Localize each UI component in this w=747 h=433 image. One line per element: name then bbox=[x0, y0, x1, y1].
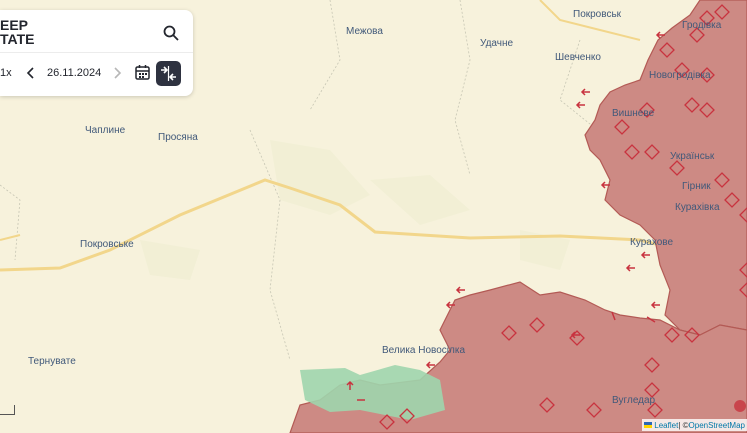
map-attribution: Leaflet | © OpenStreetMap bbox=[642, 419, 747, 431]
map-label: Межова bbox=[346, 26, 383, 37]
map-label: Покровськ bbox=[573, 9, 622, 20]
timeline-date[interactable]: 26.11.2024 bbox=[47, 67, 101, 79]
attribution-separator: | © bbox=[678, 420, 689, 430]
control-panel: EEP TATE 1x 26.11.2024 bbox=[0, 10, 193, 96]
map-label: Українськ bbox=[670, 151, 715, 162]
playback-speed[interactable]: 1x bbox=[0, 67, 12, 79]
brand-line1: EEP bbox=[0, 17, 29, 33]
map-label: Гірник bbox=[682, 181, 711, 192]
map-label: Курахове bbox=[630, 237, 674, 248]
map-label: Шевченко bbox=[555, 52, 601, 63]
brand-logo[interactable]: EEP TATE bbox=[0, 18, 34, 46]
ukraine-flag-icon bbox=[644, 422, 653, 428]
scale-bar bbox=[0, 405, 15, 415]
calendar-icon[interactable] bbox=[134, 63, 152, 83]
compare-toggle-icon[interactable] bbox=[156, 61, 181, 86]
chevron-left-icon[interactable] bbox=[24, 64, 38, 82]
map-label: Просяна bbox=[158, 132, 198, 143]
map-label: Вишневе bbox=[612, 108, 655, 119]
map-label: Новогродівка bbox=[649, 70, 711, 81]
map-label: Тернувате bbox=[28, 356, 76, 367]
leaflet-link[interactable]: Leaflet bbox=[654, 421, 678, 430]
search-icon[interactable] bbox=[162, 24, 180, 42]
chevron-right-icon[interactable] bbox=[110, 64, 124, 82]
brand-line2: TATE bbox=[0, 31, 35, 47]
map-label: Велика Новосілка bbox=[382, 345, 466, 356]
map-label: Покровське bbox=[80, 239, 134, 250]
map-label: Курахівка bbox=[675, 202, 720, 213]
map-label: Удачне bbox=[480, 38, 514, 49]
map-label: Чаплине bbox=[85, 125, 126, 136]
map-label: Вугледар bbox=[612, 395, 656, 406]
panel-divider bbox=[0, 52, 193, 53]
map-label: Гродівка bbox=[682, 20, 722, 31]
osm-link[interactable]: OpenStreetMap bbox=[689, 421, 745, 430]
